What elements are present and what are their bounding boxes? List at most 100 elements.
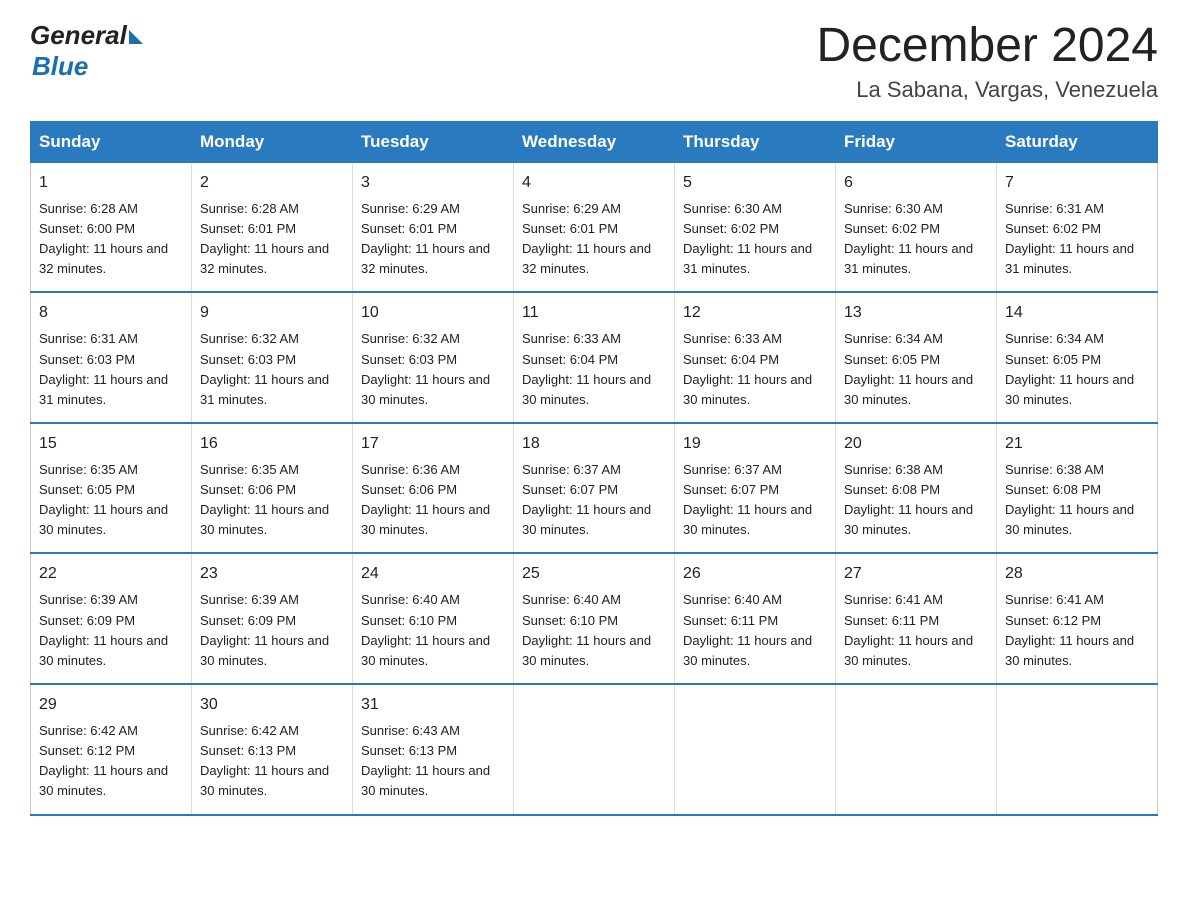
- day-cell: [836, 684, 997, 815]
- week-row-5: 29Sunrise: 6:42 AMSunset: 6:12 PMDayligh…: [31, 684, 1158, 815]
- day-info: Sunrise: 6:30 AMSunset: 6:02 PMDaylight:…: [844, 199, 988, 280]
- day-info: Sunrise: 6:40 AMSunset: 6:10 PMDaylight:…: [361, 590, 505, 671]
- day-info: Sunrise: 6:41 AMSunset: 6:12 PMDaylight:…: [1005, 590, 1149, 671]
- day-cell: 15 Sunrise: 6:35 AMSunset: 6:05 PMDayligh…: [31, 423, 192, 554]
- day-cell: 12 Sunrise: 6:33 AMSunset: 6:04 PMDayligh…: [675, 292, 836, 423]
- day-number: 28: [1005, 562, 1149, 586]
- day-info: Sunrise: 6:42 AMSunset: 6:13 PMDaylight:…: [200, 721, 344, 802]
- day-info: Sunrise: 6:37 AMSunset: 6:07 PMDaylight:…: [683, 460, 827, 541]
- calendar-body: 1 Sunrise: 6:28 AMSunset: 6:00 PMDaylight…: [31, 162, 1158, 814]
- day-number: 23: [200, 562, 344, 586]
- day-number: 15: [39, 432, 183, 456]
- day-cell: 10Sunrise: 6:32 AMSunset: 6:03 PMDayligh…: [353, 292, 514, 423]
- day-cell: 17 Sunrise: 6:36 AMSunset: 6:06 PMDayligh…: [353, 423, 514, 554]
- day-number: 2: [200, 171, 344, 195]
- day-number: 20: [844, 432, 988, 456]
- day-cell: 30 Sunrise: 6:42 AMSunset: 6:13 PMDayligh…: [192, 684, 353, 815]
- day-info: Sunrise: 6:38 AMSunset: 6:08 PMDaylight:…: [844, 460, 988, 541]
- day-cell: 2 Sunrise: 6:28 AMSunset: 6:01 PMDaylight…: [192, 162, 353, 292]
- col-header-tuesday: Tuesday: [353, 121, 514, 162]
- col-header-saturday: Saturday: [997, 121, 1158, 162]
- day-info: Sunrise: 6:40 AMSunset: 6:11 PMDaylight:…: [683, 590, 827, 671]
- day-number: 21: [1005, 432, 1149, 456]
- day-info: Sunrise: 6:36 AMSunset: 6:06 PMDaylight:…: [361, 460, 505, 541]
- day-cell: 13 Sunrise: 6:34 AMSunset: 6:05 PMDayligh…: [836, 292, 997, 423]
- day-cell: 9 Sunrise: 6:32 AMSunset: 6:03 PMDaylight…: [192, 292, 353, 423]
- day-number: 22: [39, 562, 183, 586]
- day-number: 11: [522, 301, 666, 325]
- day-number: 31: [361, 693, 505, 717]
- day-number: 1: [39, 171, 183, 195]
- day-cell: 26 Sunrise: 6:40 AMSunset: 6:11 PMDayligh…: [675, 553, 836, 684]
- day-cell: 25 Sunrise: 6:40 AMSunset: 6:10 PMDayligh…: [514, 553, 675, 684]
- calendar-subtitle: La Sabana, Vargas, Venezuela: [816, 77, 1158, 103]
- day-number: 30: [200, 693, 344, 717]
- col-header-sunday: Sunday: [31, 121, 192, 162]
- day-info: Sunrise: 6:31 AMSunset: 6:02 PMDaylight:…: [1005, 199, 1149, 280]
- day-info: Sunrise: 6:40 AMSunset: 6:10 PMDaylight:…: [522, 590, 666, 671]
- day-cell: 22Sunrise: 6:39 AMSunset: 6:09 PMDayligh…: [31, 553, 192, 684]
- logo-triangle-icon: [129, 30, 143, 44]
- day-number: 19: [683, 432, 827, 456]
- day-info: Sunrise: 6:43 AMSunset: 6:13 PMDaylight:…: [361, 721, 505, 802]
- day-cell: 3 Sunrise: 6:29 AMSunset: 6:01 PMDaylight…: [353, 162, 514, 292]
- day-info: Sunrise: 6:35 AMSunset: 6:06 PMDaylight:…: [200, 460, 344, 541]
- day-number: 25: [522, 562, 666, 586]
- day-cell: [675, 684, 836, 815]
- day-number: 14: [1005, 301, 1149, 325]
- day-info: Sunrise: 6:34 AMSunset: 6:05 PMDaylight:…: [844, 329, 988, 410]
- day-info: Sunrise: 6:35 AMSunset: 6:05 PMDaylight:…: [39, 460, 183, 541]
- day-info: Sunrise: 6:32 AMSunset: 6:03 PMDaylight:…: [200, 329, 344, 410]
- week-row-2: 8Sunrise: 6:31 AMSunset: 6:03 PMDaylight…: [31, 292, 1158, 423]
- day-info: Sunrise: 6:39 AMSunset: 6:09 PMDaylight:…: [200, 590, 344, 671]
- day-number: 12: [683, 301, 827, 325]
- day-cell: 1 Sunrise: 6:28 AMSunset: 6:00 PMDaylight…: [31, 162, 192, 292]
- day-number: 9: [200, 301, 344, 325]
- day-cell: 4Sunrise: 6:29 AMSunset: 6:01 PMDaylight…: [514, 162, 675, 292]
- day-info: Sunrise: 6:28 AMSunset: 6:00 PMDaylight:…: [39, 199, 183, 280]
- header-row: SundayMondayTuesdayWednesdayThursdayFrid…: [31, 121, 1158, 162]
- day-number: 17: [361, 432, 505, 456]
- col-header-wednesday: Wednesday: [514, 121, 675, 162]
- day-info: Sunrise: 6:32 AMSunset: 6:03 PMDaylight:…: [361, 329, 505, 410]
- day-number: 7: [1005, 171, 1149, 195]
- day-info: Sunrise: 6:33 AMSunset: 6:04 PMDaylight:…: [683, 329, 827, 410]
- day-info: Sunrise: 6:30 AMSunset: 6:02 PMDaylight:…: [683, 199, 827, 280]
- day-info: Sunrise: 6:28 AMSunset: 6:01 PMDaylight:…: [200, 199, 344, 280]
- calendar-table: SundayMondayTuesdayWednesdayThursdayFrid…: [30, 121, 1158, 816]
- day-cell: 31 Sunrise: 6:43 AMSunset: 6:13 PMDayligh…: [353, 684, 514, 815]
- day-number: 24: [361, 562, 505, 586]
- day-cell: [997, 684, 1158, 815]
- day-cell: 19 Sunrise: 6:37 AMSunset: 6:07 PMDayligh…: [675, 423, 836, 554]
- day-info: Sunrise: 6:29 AMSunset: 6:01 PMDaylight:…: [361, 199, 505, 280]
- day-number: 13: [844, 301, 988, 325]
- day-cell: 23 Sunrise: 6:39 AMSunset: 6:09 PMDayligh…: [192, 553, 353, 684]
- day-cell: 21 Sunrise: 6:38 AMSunset: 6:08 PMDayligh…: [997, 423, 1158, 554]
- day-number: 27: [844, 562, 988, 586]
- col-header-thursday: Thursday: [675, 121, 836, 162]
- day-cell: 11 Sunrise: 6:33 AMSunset: 6:04 PMDayligh…: [514, 292, 675, 423]
- day-cell: 6 Sunrise: 6:30 AMSunset: 6:02 PMDaylight…: [836, 162, 997, 292]
- day-cell: 20 Sunrise: 6:38 AMSunset: 6:08 PMDayligh…: [836, 423, 997, 554]
- logo-blue-text: Blue: [32, 51, 88, 82]
- day-number: 26: [683, 562, 827, 586]
- week-row-3: 15 Sunrise: 6:35 AMSunset: 6:05 PMDayligh…: [31, 423, 1158, 554]
- day-info: Sunrise: 6:38 AMSunset: 6:08 PMDaylight:…: [1005, 460, 1149, 541]
- day-info: Sunrise: 6:41 AMSunset: 6:11 PMDaylight:…: [844, 590, 988, 671]
- page-header: General Blue December 2024 La Sabana, Va…: [30, 20, 1158, 103]
- day-cell: 16Sunrise: 6:35 AMSunset: 6:06 PMDayligh…: [192, 423, 353, 554]
- col-header-monday: Monday: [192, 121, 353, 162]
- day-cell: 5Sunrise: 6:30 AMSunset: 6:02 PMDaylight…: [675, 162, 836, 292]
- day-number: 29: [39, 693, 183, 717]
- week-row-1: 1 Sunrise: 6:28 AMSunset: 6:00 PMDaylight…: [31, 162, 1158, 292]
- day-number: 8: [39, 301, 183, 325]
- logo-general-text: General: [30, 20, 127, 51]
- day-number: 3: [361, 171, 505, 195]
- day-cell: 27 Sunrise: 6:41 AMSunset: 6:11 PMDayligh…: [836, 553, 997, 684]
- day-number: 4: [522, 171, 666, 195]
- day-info: Sunrise: 6:33 AMSunset: 6:04 PMDaylight:…: [522, 329, 666, 410]
- week-row-4: 22 Sunrise: 6:39 AMSunset: 6:09 PMDayligh…: [31, 553, 1158, 684]
- calendar-title: December 2024: [816, 20, 1158, 73]
- day-cell: [514, 684, 675, 815]
- day-number: 6: [844, 171, 988, 195]
